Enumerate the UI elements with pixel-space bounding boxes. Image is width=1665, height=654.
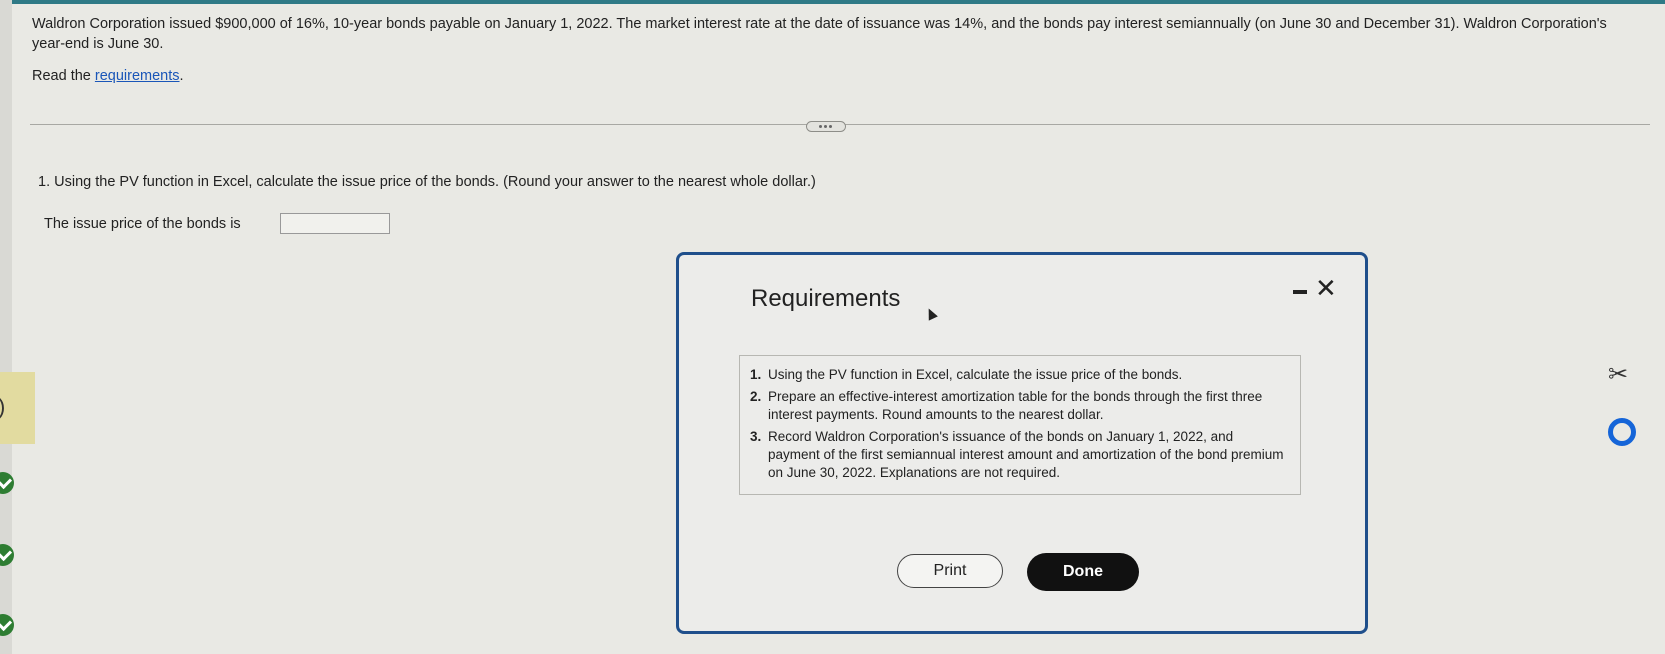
requirement-number: 2. <box>750 389 762 404</box>
read-prefix: Read the <box>32 68 95 84</box>
requirement-item: 3. Record Waldron Corporation's issuance… <box>750 428 1286 482</box>
requirement-item: 2. Prepare an effective-interest amortiz… <box>750 388 1286 424</box>
dialog-title: Requirements <box>751 285 901 312</box>
done-button[interactable]: Done <box>1027 553 1139 591</box>
close-icon[interactable]: ✕ <box>1315 273 1337 303</box>
record-circle-icon[interactable] <box>1608 418 1636 446</box>
requirement-item: 1. Using the PV function in Excel, calcu… <box>750 366 1286 384</box>
print-button[interactable]: Print <box>897 554 1003 588</box>
problem-statement: Waldron Corporation issued $900,000 of 1… <box>32 16 1607 52</box>
left-nav-paren: ) <box>0 394 5 420</box>
requirements-link[interactable]: requirements <box>95 68 180 84</box>
requirement-text: Using the PV function in Excel, calculat… <box>768 367 1183 382</box>
requirement-number: 1. <box>750 367 762 382</box>
read-suffix: . <box>179 68 184 84</box>
minimize-button[interactable] <box>1293 290 1307 294</box>
issue-price-label: The issue price of the bonds is <box>44 216 241 232</box>
top-accent-bar <box>0 0 1665 4</box>
requirements-list: 1. Using the PV function in Excel, calcu… <box>739 355 1301 495</box>
expand-toggle-button[interactable] <box>806 121 846 132</box>
requirement-number: 3. <box>750 429 762 444</box>
mouse-cursor-icon <box>924 306 938 321</box>
requirements-dialog: Requirements ✕ 1. Using the PV function … <box>676 252 1368 634</box>
question-text: 1. Using the PV function in Excel, calcu… <box>38 174 816 190</box>
issue-price-input[interactable] <box>280 213 390 234</box>
requirement-text: Record Waldron Corporation's issuance of… <box>768 429 1284 480</box>
scissors-icon[interactable]: ✂ <box>1608 360 1628 389</box>
requirement-text: Prepare an effective-interest amortizati… <box>768 389 1263 422</box>
read-requirements-line: Read the requirements. <box>32 68 184 84</box>
